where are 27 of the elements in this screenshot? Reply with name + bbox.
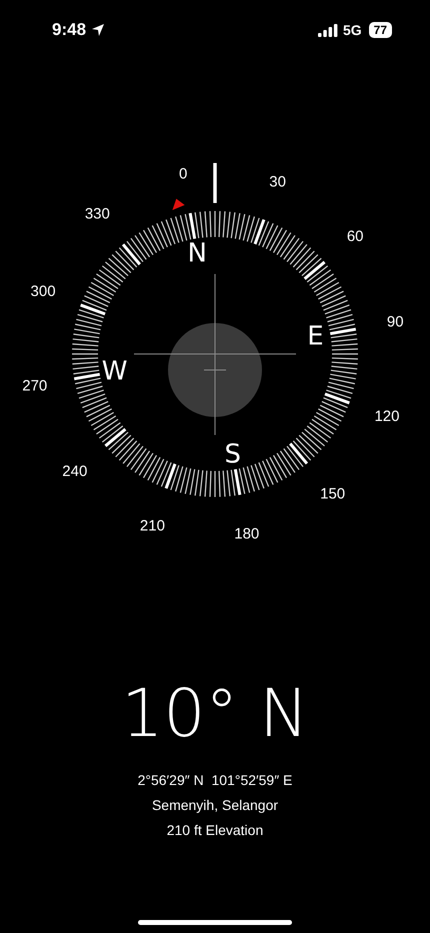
elevation-text: 210 ft Elevation — [166, 821, 264, 840]
clock-time: 9:48 — [52, 20, 86, 40]
degree-label: 330 — [84, 205, 110, 222]
degree-label: 210 — [140, 517, 165, 534]
battery-indicator: 77 — [368, 22, 392, 38]
cardinal-letter: S — [224, 439, 241, 470]
cardinal-letter: W — [102, 356, 128, 387]
degree-label: 60 — [346, 228, 364, 245]
degree-label: 30 — [269, 174, 286, 191]
cardinal-letter: N — [188, 238, 208, 269]
signal-icon — [318, 24, 338, 36]
degree-label: 90 — [386, 314, 404, 331]
cardinal-letter: E — [307, 321, 324, 352]
coordinates-text: 2°56′29″ N 101°52′59″ E — [138, 771, 292, 790]
north-triangle-icon — [172, 198, 185, 210]
degree-label: 0 — [179, 165, 188, 182]
degree-label: 300 — [30, 282, 56, 300]
network-label: 5G — [342, 22, 362, 38]
heading-reading: 10° N — [121, 676, 309, 752]
degree-label: 270 — [22, 377, 48, 394]
place-name: Semenyih, Selangor — [152, 796, 278, 815]
degree-label: 120 — [374, 408, 400, 426]
location-arrow-icon — [91, 23, 106, 37]
degree-label: 180 — [234, 526, 260, 543]
heading-marker — [213, 163, 217, 203]
degree-label: 240 — [62, 463, 88, 480]
degree-label: 150 — [320, 486, 346, 503]
